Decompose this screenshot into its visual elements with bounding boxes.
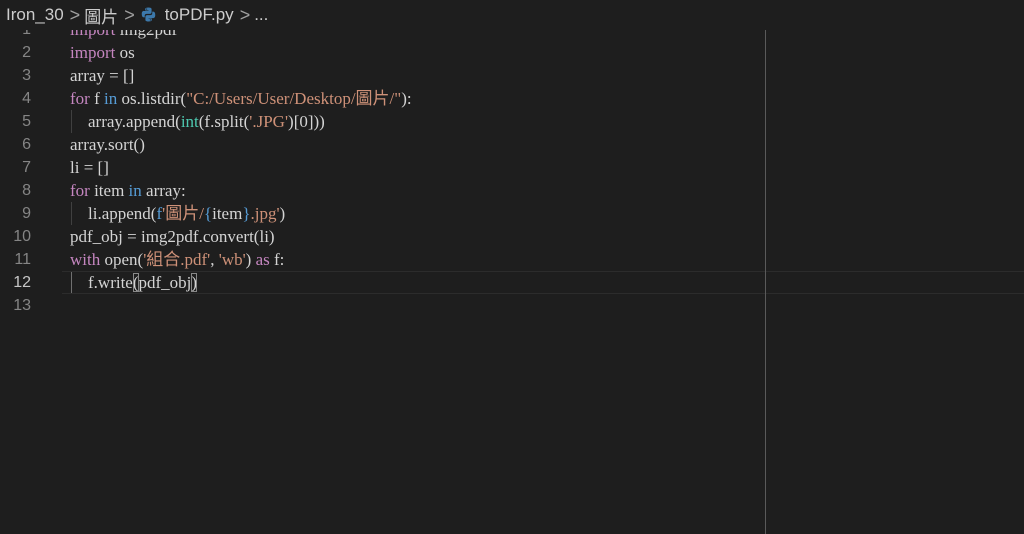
- breadcrumb-file[interactable]: toPDF.py: [139, 5, 234, 25]
- code-token: (f.split(: [198, 112, 250, 131]
- code-token: pdf_obj = img2pdf.convert(li): [70, 227, 275, 246]
- code-token: ):: [401, 89, 412, 108]
- line-number: 7: [22, 159, 31, 176]
- code-line[interactable]: 9 li.append(f'圖片/{item}.jpg'): [0, 202, 1024, 225]
- indent-guide: [71, 202, 72, 225]
- code-text: with open('組合.pdf', 'wb') as f:: [70, 248, 284, 271]
- breadcrumb-folder[interactable]: Iron_30: [6, 5, 64, 25]
- code-line[interactable]: 7 li = []: [0, 156, 1024, 179]
- code-line[interactable]: 1 import img2pdf: [0, 30, 1024, 41]
- code-token: f:: [269, 250, 285, 269]
- line-number: 10: [13, 228, 31, 245]
- code-token: li = []: [70, 158, 109, 177]
- code-token: for: [70, 181, 90, 200]
- code-text: for item in array:: [70, 179, 186, 202]
- line-number: 1: [0, 30, 31, 41]
- code-text: li.append(f'圖片/{item}.jpg'): [88, 202, 285, 225]
- code-token: "C:/Users/User/Desktop/圖片/": [186, 89, 402, 108]
- code-line[interactable]: 13: [0, 294, 1024, 317]
- code-text: array.append(int(f.split('.JPG')[0])): [88, 110, 325, 133]
- breadcrumb-file-label: toPDF.py: [164, 5, 234, 24]
- code-token: int: [180, 112, 199, 131]
- line-number: 8: [22, 182, 31, 199]
- code-token: in: [128, 181, 142, 200]
- line-number: 3: [22, 67, 31, 84]
- code-token: pdf_obj: [138, 273, 192, 292]
- code-text: li = []: [70, 156, 109, 179]
- python-icon: [141, 7, 155, 22]
- code-token: os.listdir(: [117, 89, 187, 108]
- code-token: 'wb': [218, 250, 246, 269]
- line-number: 9: [22, 205, 31, 222]
- code-text: for f in os.listdir("C:/Users/User/Deskt…: [70, 87, 412, 110]
- code-text: pdf_obj = img2pdf.convert(li): [70, 225, 275, 248]
- code-line[interactable]: 10 pdf_obj = img2pdf.convert(li): [0, 225, 1024, 248]
- code-text: f.write(pdf_obj): [88, 271, 198, 294]
- code-lines: 1 import img2pdf 2 import os 3 array = [] 4 for…: [0, 30, 1024, 317]
- breadcrumb-more[interactable]: ...: [254, 5, 268, 25]
- code-token: li.append(: [88, 204, 157, 223]
- code-token: for: [70, 89, 90, 108]
- code-token: item: [89, 181, 129, 200]
- editor-ruler: [765, 30, 766, 534]
- code-token: array:: [141, 181, 186, 200]
- code-token: array.append(: [88, 112, 181, 131]
- line-number: 13: [13, 297, 31, 314]
- code-token: array.sort(): [70, 135, 145, 154]
- code-text: import img2pdf: [70, 30, 177, 41]
- code-token: )[0])): [288, 112, 325, 131]
- line-number: 12: [13, 274, 31, 291]
- code-token: '圖片/: [162, 204, 204, 223]
- code-token: as: [255, 250, 270, 269]
- code-token: ,: [210, 250, 219, 269]
- code-token: .jpg': [250, 204, 280, 223]
- breadcrumb-separator: >: [124, 4, 135, 25]
- code-text: array = []: [70, 64, 134, 87]
- line-number: 2: [22, 44, 31, 61]
- code-line[interactable]: 3 array = []: [0, 64, 1024, 87]
- code-token: array = []: [70, 66, 135, 85]
- line-number: 6: [22, 136, 31, 153]
- code-token: ): [279, 204, 286, 223]
- code-line[interactable]: 5 array.append(int(f.split('.JPG')[0])): [0, 110, 1024, 133]
- code-token: '.JPG': [249, 112, 289, 131]
- code-token: with: [70, 250, 101, 269]
- code-token: {: [203, 204, 213, 223]
- line-number: 5: [22, 113, 31, 130]
- code-token: img2pdf: [115, 30, 178, 39]
- code-token: f: [89, 89, 104, 108]
- indent-guide: [71, 110, 72, 133]
- code-token: open(: [100, 250, 144, 269]
- breadcrumb-separator: >: [69, 4, 81, 25]
- code-line[interactable]: 4 for f in os.listdir("C:/Users/User/Desk…: [0, 87, 1024, 110]
- indent-guide: [71, 271, 72, 294]
- code-text: array.sort(): [70, 133, 145, 156]
- breadcrumb: Iron_30 > 圖片 > toPDF.py > ...: [0, 0, 1024, 30]
- code-token: os: [115, 43, 135, 62]
- code-token: '組合.pdf': [143, 250, 211, 269]
- code-token: in: [104, 89, 118, 108]
- code-line[interactable]: 11 with open('組合.pdf', 'wb') as f:: [0, 248, 1024, 271]
- code-token: import: [70, 30, 115, 39]
- code-token: import: [70, 43, 116, 62]
- code-token: ): [245, 250, 256, 269]
- code-token: item: [212, 204, 243, 223]
- code-line[interactable]: 12 f.write(pdf_obj): [0, 271, 1024, 294]
- code-line[interactable]: 2 import os: [0, 41, 1024, 64]
- code-token: f.write: [88, 273, 133, 292]
- code-token: ): [191, 273, 198, 292]
- code-line[interactable]: 8 for item in array:: [0, 179, 1024, 202]
- code-text: import os: [70, 41, 135, 64]
- code-editor[interactable]: 1 import img2pdf 2 import os 3 array = [] 4 for…: [0, 30, 1024, 534]
- code-line[interactable]: 6 array.sort(): [0, 133, 1024, 156]
- breadcrumb-separator: >: [239, 4, 251, 25]
- breadcrumb-subfolder[interactable]: 圖片: [84, 3, 118, 28]
- line-number: 11: [14, 251, 31, 268]
- line-number: 4: [22, 90, 31, 107]
